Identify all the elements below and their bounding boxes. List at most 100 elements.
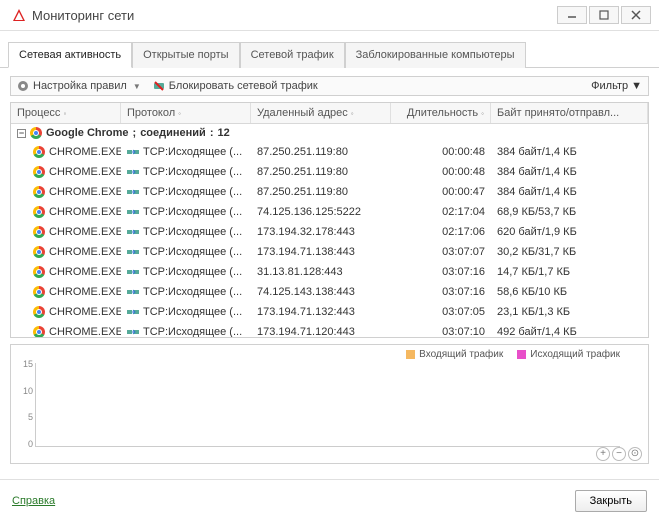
protocol-text: TCP:Исходящее (... xyxy=(143,246,242,258)
rules-label: Настройка правил xyxy=(33,80,127,92)
rules-settings-button[interactable]: Настройка правил ▼ xyxy=(17,80,141,92)
zoom-reset-button[interactable]: ⊙ xyxy=(628,447,642,461)
column-process[interactable]: Процесс◦ xyxy=(11,103,121,123)
chrome-icon xyxy=(33,226,45,238)
close-window-button[interactable]: Закрыть xyxy=(575,490,647,512)
swatch-in xyxy=(406,350,415,359)
help-link[interactable]: Справка xyxy=(12,495,55,507)
bytes: 492 байт/1,4 КБ xyxy=(497,326,577,337)
protocol-text: TCP:Исходящее (... xyxy=(143,146,242,158)
bytes: 14,7 КБ/1,7 КБ xyxy=(497,266,570,278)
column-bytes[interactable]: Байт принято/отправл... xyxy=(491,103,648,123)
toolbar: Настройка правил ▼ Блокировать сетевой т… xyxy=(10,76,649,96)
zoom-in-button[interactable]: + xyxy=(596,447,610,461)
bytes: 384 байт/1,4 КБ xyxy=(497,146,577,158)
chrome-icon xyxy=(33,326,45,337)
chrome-icon xyxy=(33,246,45,258)
chrome-icon xyxy=(33,286,45,298)
column-protocol[interactable]: Протокол◦ xyxy=(121,103,251,123)
remote-address: 74.125.136.125:5222 xyxy=(257,206,361,218)
column-remote-address[interactable]: Удаленный адрес◦ xyxy=(251,103,391,123)
table-row[interactable]: CHROME.EXETCP:Исходящее (...87.250.251.1… xyxy=(11,142,648,162)
connections-table: Процесс◦ Протокол◦ Удаленный адрес◦ Длит… xyxy=(10,102,649,338)
block-traffic-button[interactable]: Блокировать сетевой трафик xyxy=(153,80,318,92)
zoom-out-button[interactable]: − xyxy=(612,447,626,461)
group-row[interactable]: − Google Chrome; соединений: 12 xyxy=(11,124,648,142)
table-row[interactable]: CHROME.EXE TCP:Исходящее (... 74.125.136.1… xyxy=(11,202,648,222)
process-name: CHROME.EXE xyxy=(49,206,121,218)
remote-address: 173.194.71.132:443 xyxy=(257,306,355,318)
tab-0[interactable]: Сетевая активность xyxy=(8,42,132,68)
connection-icon xyxy=(127,246,139,258)
process-name: CHROME.EXE xyxy=(49,146,121,158)
close-button[interactable] xyxy=(621,6,651,24)
collapse-toggle-icon[interactable]: − xyxy=(17,129,26,138)
gear-icon xyxy=(17,80,29,92)
legend-outgoing: Исходящий трафик xyxy=(517,349,620,360)
table-row[interactable]: CHROME.EXETCP:Исходящее (...173.194.71.1… xyxy=(11,242,648,262)
table-row[interactable]: CHROME.EXETCP:Исходящее (...173.194.32.1… xyxy=(11,222,648,242)
block-icon xyxy=(153,80,165,92)
table-body[interactable]: − Google Chrome; соединений: 12 CHROME.E… xyxy=(11,124,648,337)
filter-button[interactable]: Фильтр ▼ xyxy=(591,80,642,92)
bytes: 30,2 КБ/31,7 КБ xyxy=(497,246,576,258)
connection-icon xyxy=(127,326,139,337)
chart-plot-area xyxy=(35,363,620,447)
duration: 03:07:05 xyxy=(442,306,485,318)
group-conn-count: 12 xyxy=(218,127,230,139)
dropdown-arrow-icon: ▼ xyxy=(631,80,642,92)
table-row[interactable]: CHROME.EXETCP:Исходящее (...31.13.81.128… xyxy=(11,262,648,282)
bytes: 620 байт/1,9 КБ xyxy=(497,226,577,238)
process-name: CHROME.EXE xyxy=(49,186,121,198)
tab-1[interactable]: Открытые порты xyxy=(132,42,239,68)
remote-address: 31.13.81.128:443 xyxy=(257,266,343,278)
table-row[interactable]: CHROME.EXETCP:Исходящее (...173.194.71.1… xyxy=(11,322,648,337)
window-title: Мониторинг сети xyxy=(32,8,134,23)
process-name: CHROME.EXE xyxy=(49,326,121,337)
protocol-text: TCP:Исходящее (... xyxy=(143,166,242,178)
traffic-chart: Входящий трафик Исходящий трафик 151050 … xyxy=(10,344,649,464)
tab-2[interactable]: Сетевой трафик xyxy=(240,42,345,68)
duration: 03:07:07 xyxy=(442,246,485,258)
remote-address: 173.194.71.120:443 xyxy=(257,326,355,337)
table-row[interactable]: CHROME.EXETCP:Исходящее (...74.125.143.1… xyxy=(11,282,648,302)
tab-3[interactable]: Заблокированные компьютеры xyxy=(345,42,526,68)
chrome-icon xyxy=(30,127,42,139)
content: Настройка правил ▼ Блокировать сетевой т… xyxy=(0,68,659,479)
duration: 03:07:16 xyxy=(442,266,485,278)
process-name: CHROME.EXE xyxy=(49,286,121,298)
connection-icon xyxy=(127,266,139,278)
group-conn-label: соединений xyxy=(140,127,206,139)
tabs: Сетевая активностьОткрытые портыСетевой … xyxy=(0,31,659,68)
remote-address: 87.250.251.119:80 xyxy=(257,166,348,178)
connection-icon xyxy=(127,146,139,158)
remote-address: 74.125.143.138:443 xyxy=(257,286,355,298)
chart-bars xyxy=(36,363,620,446)
table-row[interactable]: CHROME.EXE TCP:Исходящее (... 173.194.71.1… xyxy=(11,302,648,322)
window: Мониторинг сети Сетевая активностьОткрыт… xyxy=(0,0,659,522)
bytes: 384 байт/1,4 КБ xyxy=(497,186,577,198)
process-name: CHROME.EXE xyxy=(49,306,121,318)
swatch-out xyxy=(517,350,526,359)
duration: 03:07:16 xyxy=(442,286,485,298)
protocol-text: TCP:Исходящее (... xyxy=(143,206,242,218)
connection-icon xyxy=(127,286,139,298)
duration: 02:17:04 xyxy=(442,206,485,218)
bytes: 23,1 КБ/1,3 КБ xyxy=(497,306,570,318)
protocol-text: TCP:Исходящее (... xyxy=(143,306,242,318)
chrome-icon xyxy=(33,146,45,158)
table-row[interactable]: CHROME.EXETCP:Исходящее (...87.250.251.1… xyxy=(11,162,648,182)
protocol-text: TCP:Исходящее (... xyxy=(143,186,242,198)
table-header: Процесс◦ Протокол◦ Удаленный адрес◦ Длит… xyxy=(11,103,648,124)
chrome-icon xyxy=(33,186,45,198)
column-duration[interactable]: Длительность◦ xyxy=(391,103,491,123)
chrome-icon xyxy=(33,206,45,218)
bytes: 58,6 КБ/10 КБ xyxy=(497,286,567,298)
connection-icon xyxy=(127,186,139,198)
maximize-button[interactable] xyxy=(589,6,619,24)
remote-address: 173.194.32.178:443 xyxy=(257,226,355,238)
minimize-button[interactable] xyxy=(557,6,587,24)
group-name: Google Chrome xyxy=(46,127,129,139)
table-row[interactable]: CHROME.EXETCP:Исходящее (...87.250.251.1… xyxy=(11,182,648,202)
bytes: 384 байт/1,4 КБ xyxy=(497,166,577,178)
